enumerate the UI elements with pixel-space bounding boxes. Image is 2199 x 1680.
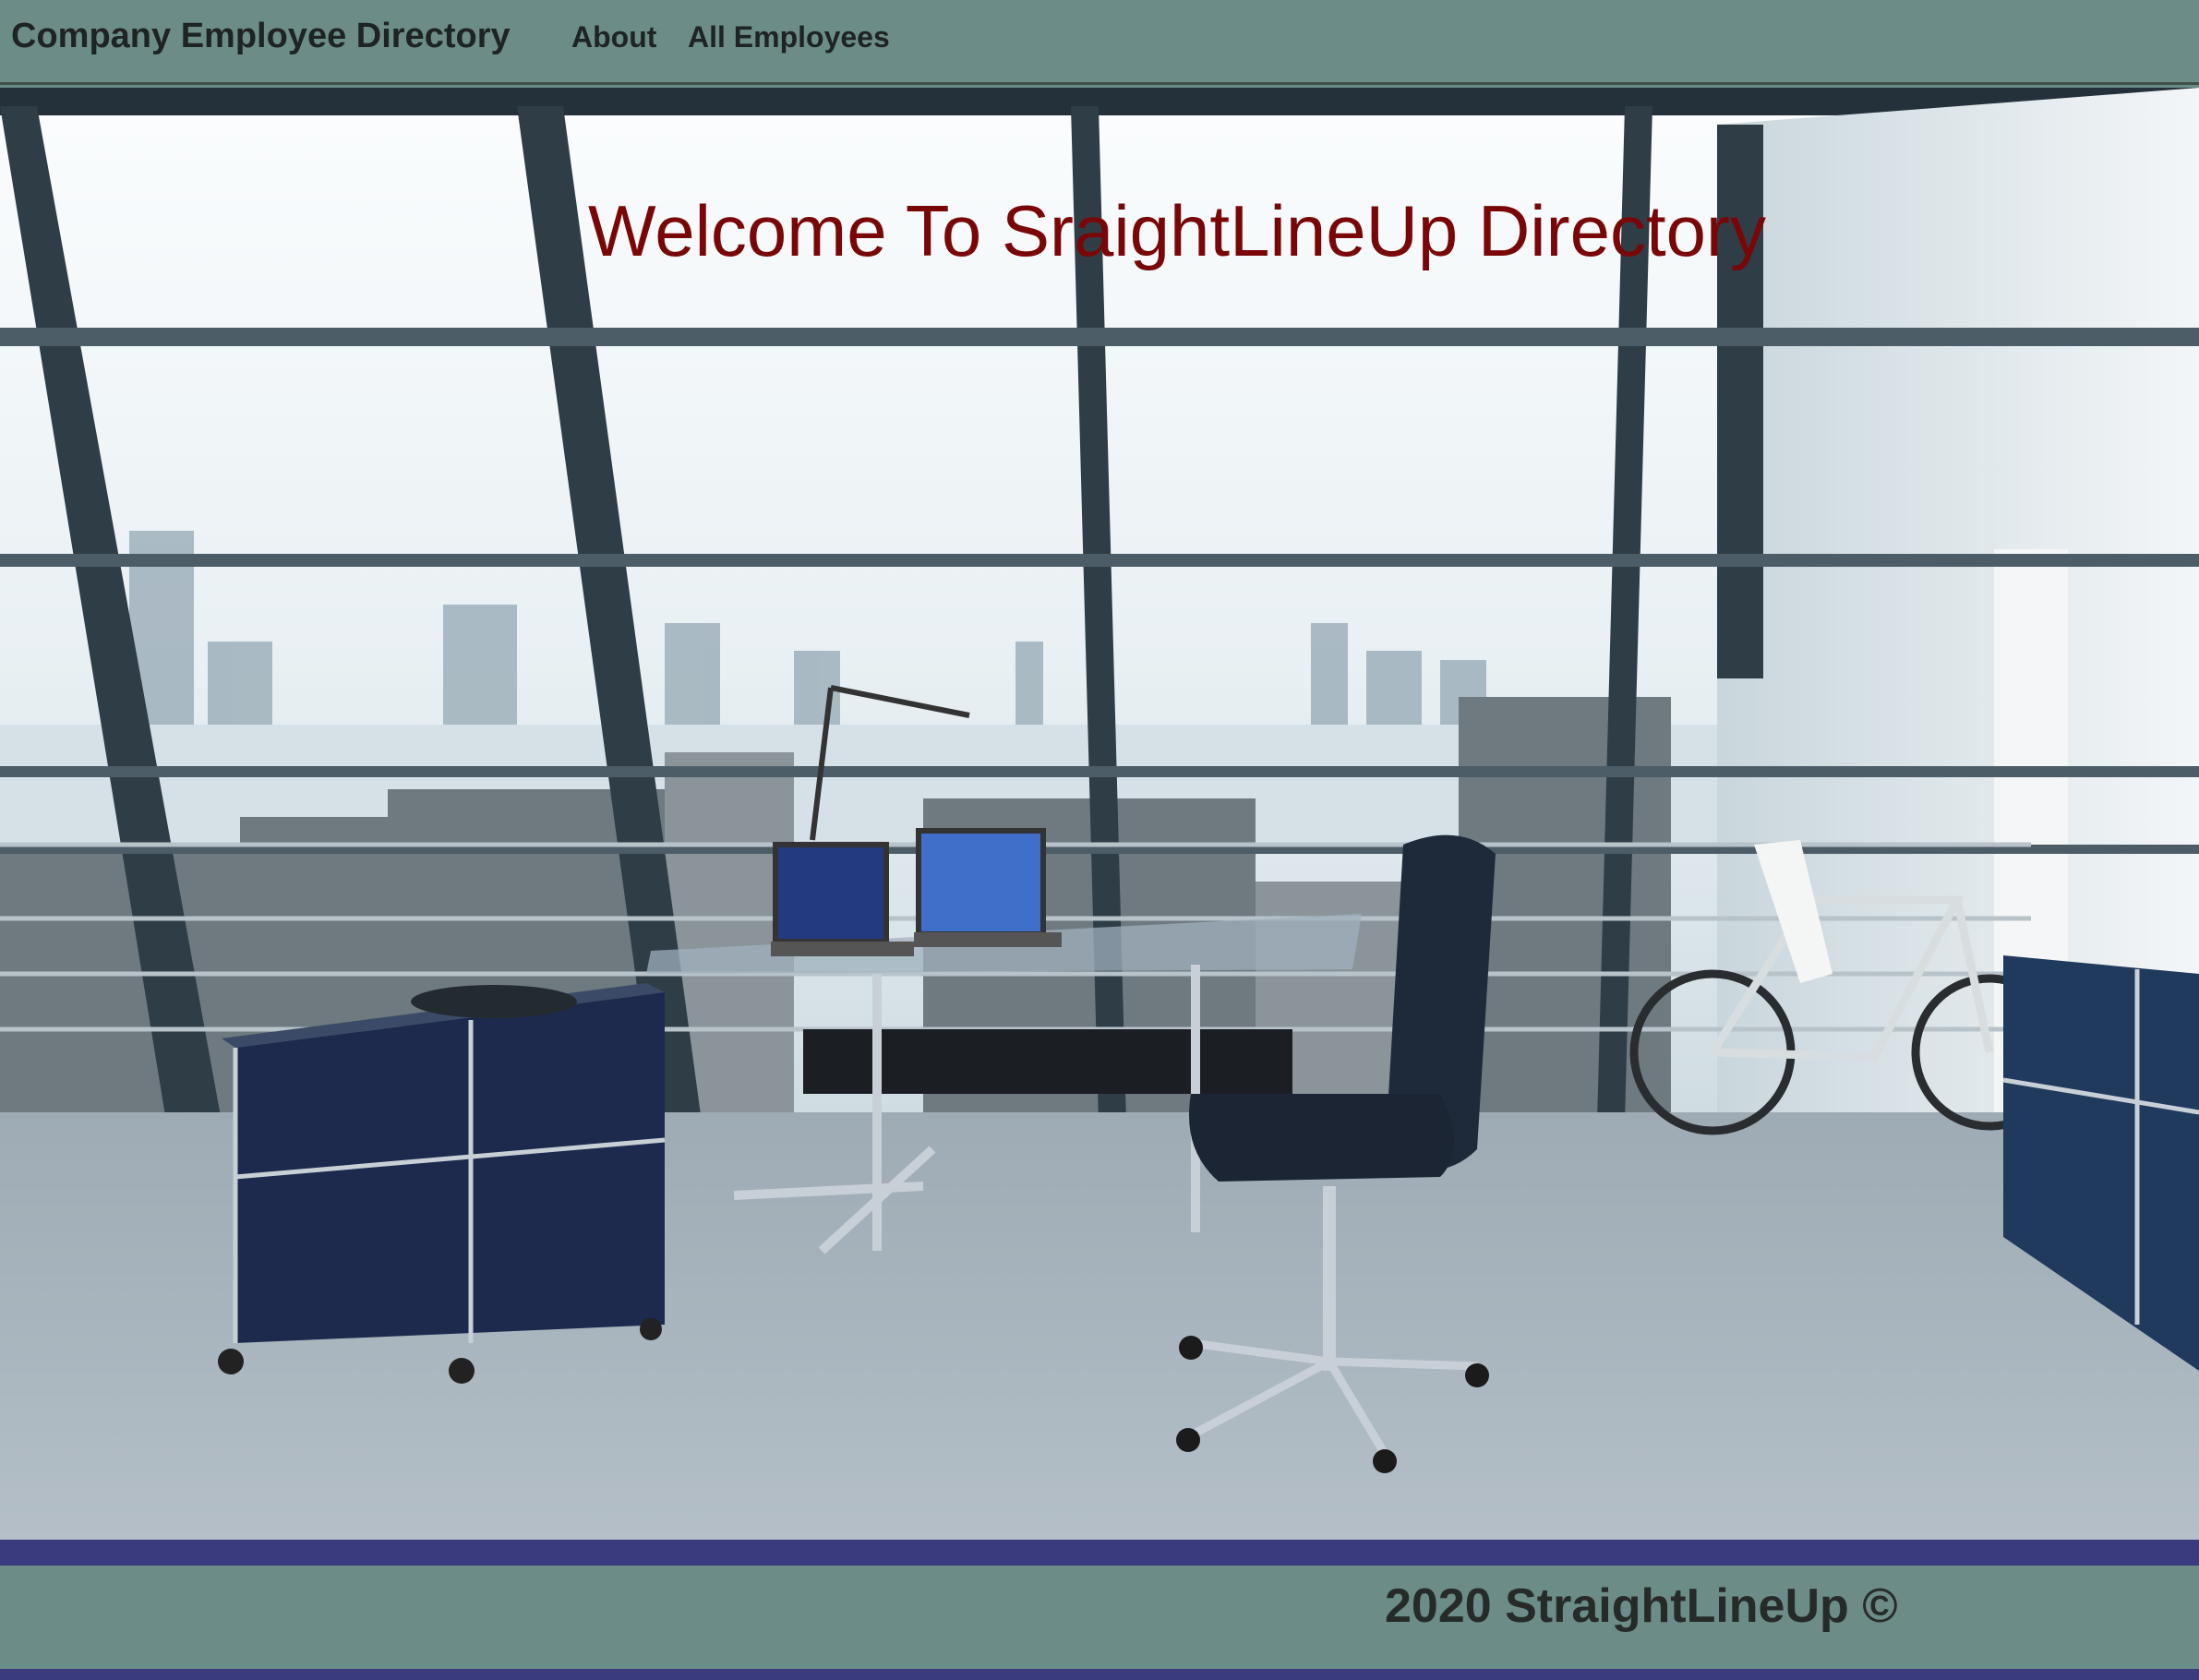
footer-copyright: 2020 StraightLineUp © [1385, 1579, 1898, 1633]
footer: 2020 StraightLineUp © [0, 1566, 2199, 1669]
hero-title: Welcome To SraightLineUp Directory [588, 190, 1766, 271]
brand-link[interactable]: Company Employee Directory [11, 17, 511, 56]
nav-link-about[interactable]: About [571, 20, 656, 54]
nav-link-all-employees[interactable]: All Employees [688, 20, 890, 54]
hero-section: Welcome To SraightLineUp Directory [0, 88, 2199, 1540]
page: Company Employee Directory About All Emp… [0, 0, 2199, 1680]
office-background-image [0, 88, 2199, 1540]
footer-top-band [0, 1540, 2199, 1566]
navbar: Company Employee Directory About All Emp… [0, 0, 2199, 85]
footer-bottom-band [0, 1669, 2199, 1680]
